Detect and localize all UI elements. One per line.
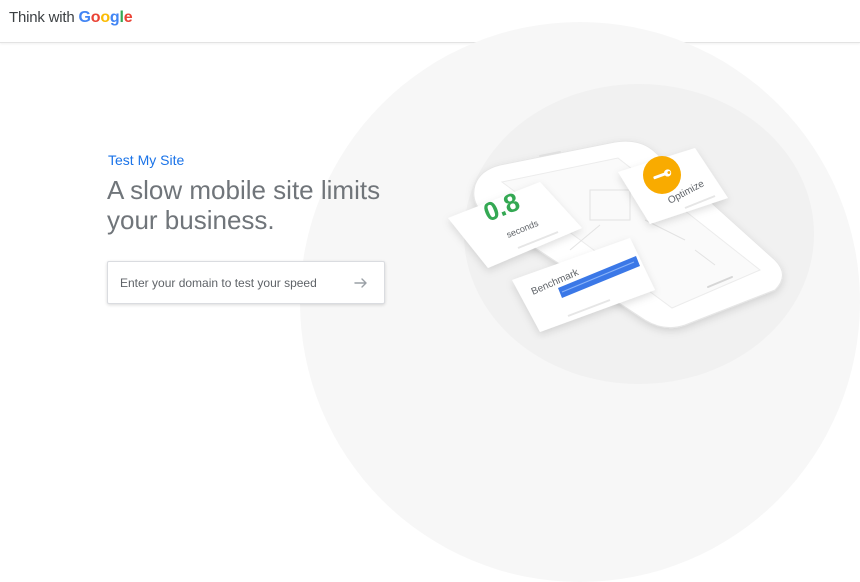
domain-input[interactable] [120, 262, 340, 303]
arrow-right-icon [354, 278, 367, 288]
logo-google-wordmark: Google [79, 9, 133, 26]
domain-search-box [107, 261, 385, 304]
top-bar: Think with Google [0, 0, 860, 43]
logo-letter: G [78, 9, 91, 26]
logo-letter: o [90, 9, 101, 26]
logo-prefix: Think with [9, 9, 75, 26]
page-eyebrow: Test My Site [108, 152, 185, 168]
think-with-google-logo[interactable]: Think with Google [9, 9, 133, 27]
logo-letter: o [100, 9, 110, 26]
logo-letter: e [123, 9, 133, 26]
phone-illustration: 0.8 seconds Optimize Benchmark [448, 140, 783, 332]
page-headline: A slow mobile site limits your business. [107, 175, 381, 235]
submit-button[interactable] [352, 274, 370, 292]
